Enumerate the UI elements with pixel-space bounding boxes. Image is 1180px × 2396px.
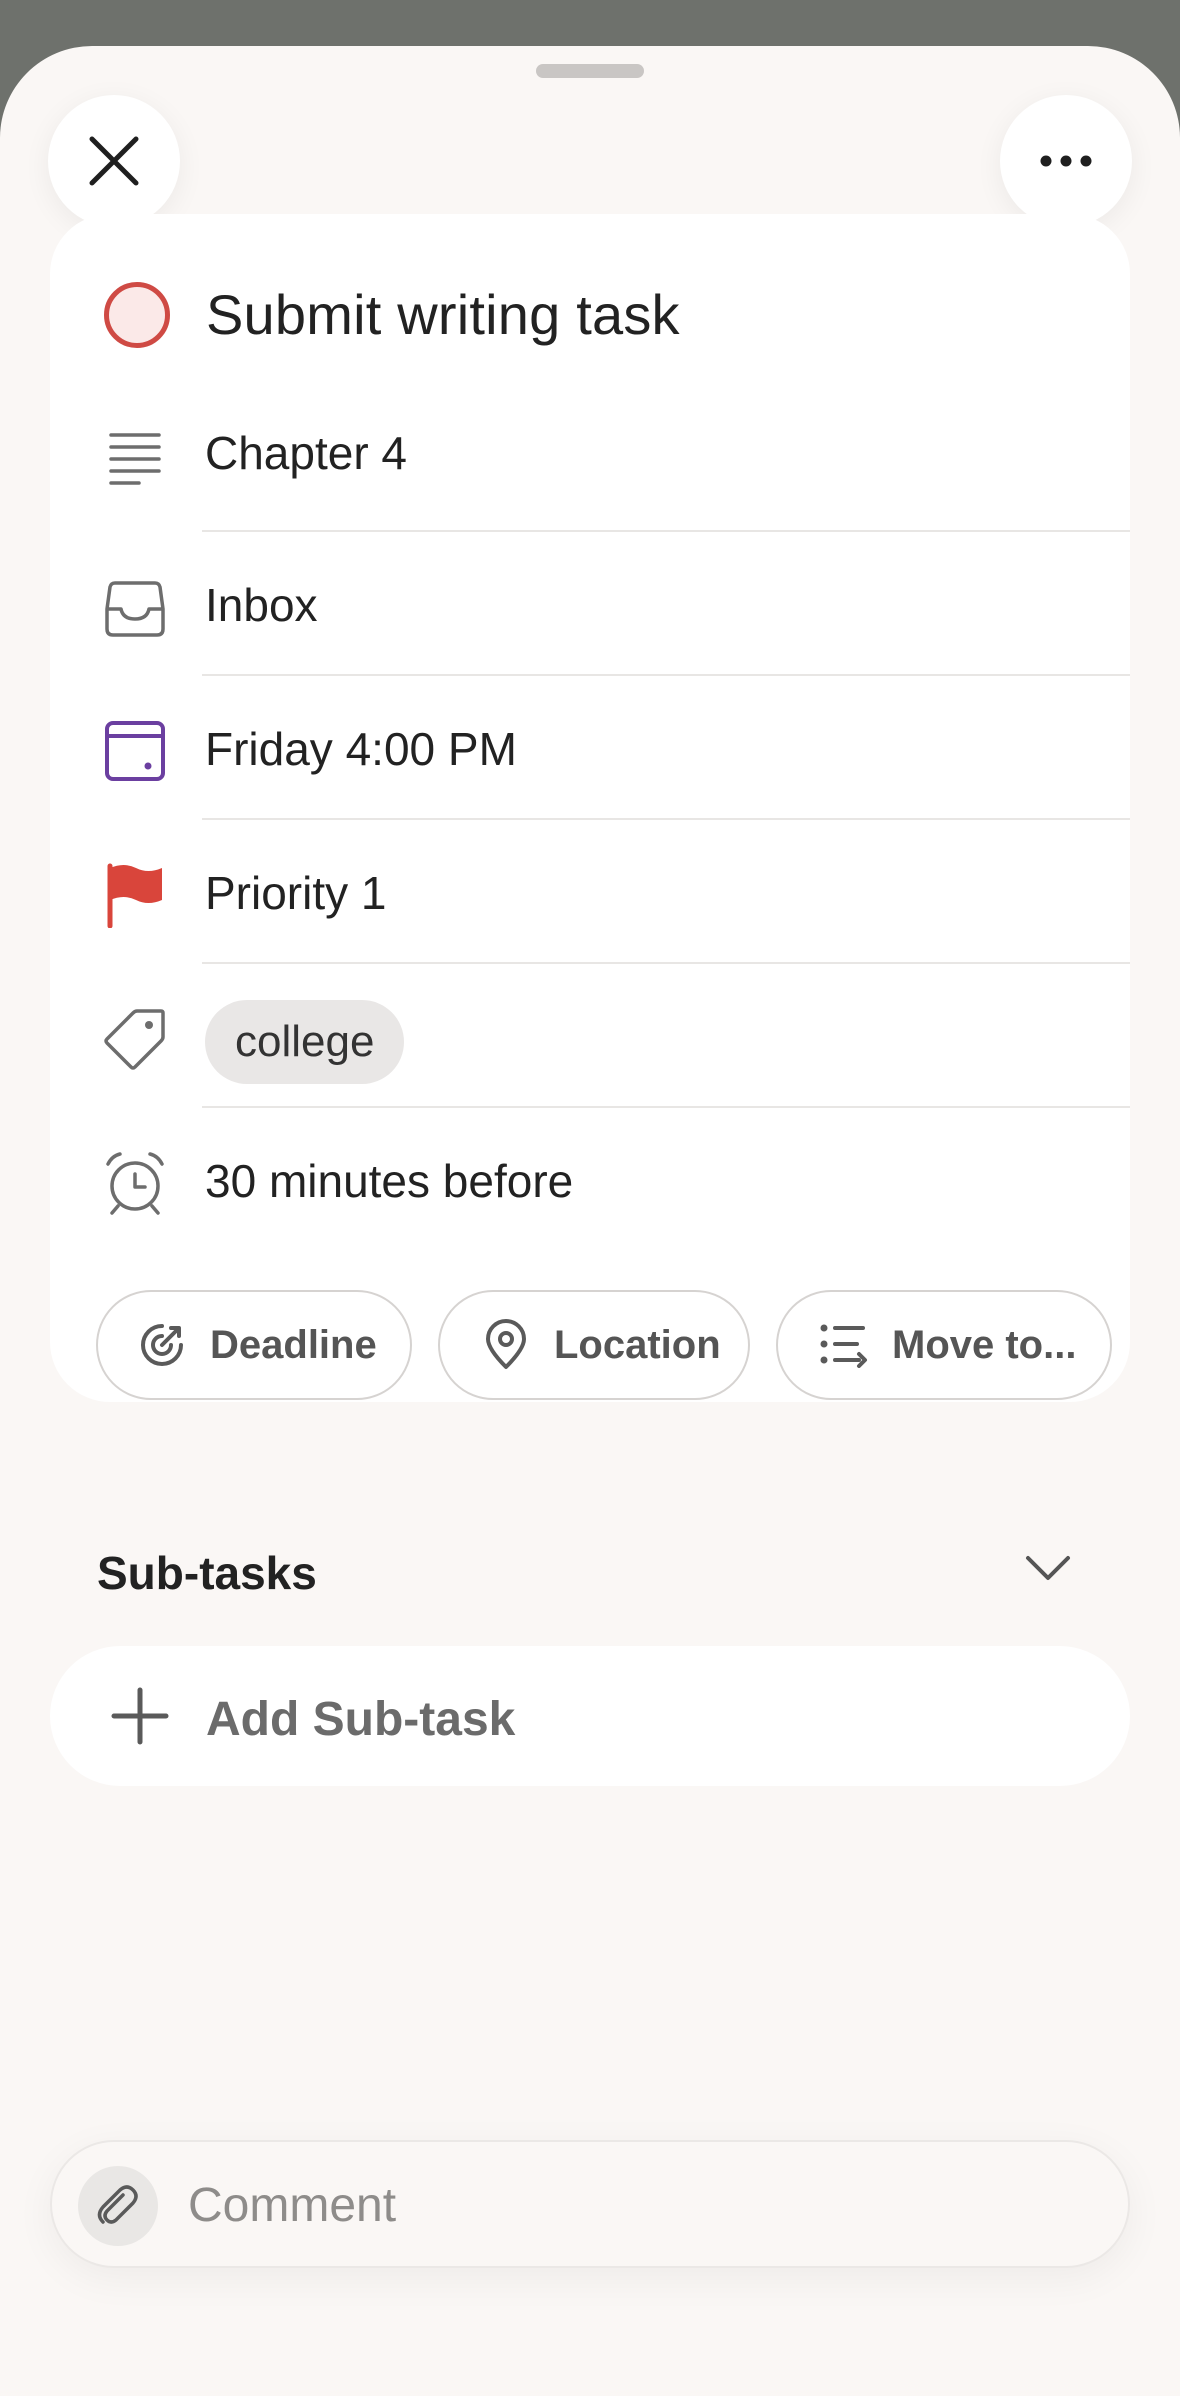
comment-input[interactable]: Comment — [50, 2140, 1130, 2268]
more-icon — [1040, 155, 1092, 167]
more-options-button[interactable] — [1000, 95, 1132, 227]
location-button[interactable]: Location — [438, 1290, 750, 1400]
attach-button[interactable] — [78, 2166, 158, 2246]
inbox-icon — [105, 581, 165, 637]
add-subtask-button[interactable]: Add Sub-task — [50, 1646, 1130, 1786]
tag-icon — [104, 1009, 165, 1070]
project-text: Inbox — [205, 579, 318, 631]
move-to-label: Move to... — [892, 1322, 1077, 1367]
move-to-button[interactable]: Move to... — [776, 1290, 1112, 1400]
paperclip-icon — [97, 2185, 138, 2224]
comment-placeholder: Comment — [188, 2179, 397, 2232]
reminder-row[interactable]: 30 minutes before — [50, 1108, 1130, 1252]
label-chip[interactable]: college — [205, 1000, 405, 1084]
due-date-row[interactable]: Friday 4:00 PM — [50, 676, 1130, 820]
subtasks-heading: Sub-tasks — [97, 1547, 317, 1599]
calendar-icon — [105, 721, 165, 781]
flag-icon — [107, 863, 162, 928]
move-list-icon — [820, 1324, 867, 1368]
add-subtask-label: Add Sub-task — [206, 1693, 516, 1746]
task-card: Submit writing task Chapter 4 Inbox Frid… — [50, 214, 1130, 1402]
description-row[interactable]: Chapter 4 — [50, 384, 1130, 532]
chevron-down-icon[interactable] — [1020, 1540, 1076, 1596]
labels-row[interactable]: college — [50, 964, 1130, 1108]
deadline-label: Deadline — [210, 1322, 377, 1367]
deadline-button[interactable]: Deadline — [96, 1290, 412, 1400]
task-title-row: Submit writing task — [50, 264, 1130, 364]
location-label: Location — [554, 1322, 721, 1367]
alarm-icon — [106, 1152, 164, 1215]
complete-checkbox[interactable] — [104, 282, 170, 348]
plus-icon — [111, 1687, 169, 1745]
location-pin-icon — [486, 1319, 526, 1369]
reminder-text: 30 minutes before — [205, 1155, 574, 1207]
close-icon — [89, 136, 139, 186]
project-row[interactable]: Inbox — [50, 532, 1130, 676]
description-icon — [109, 433, 161, 485]
task-title[interactable]: Submit writing task — [206, 282, 680, 347]
priority-row[interactable]: Priority 1 — [50, 820, 1130, 964]
description-text: Chapter 4 — [205, 427, 408, 479]
sheet-grabber[interactable] — [536, 64, 644, 78]
close-button[interactable] — [48, 95, 180, 227]
due-date-text: Friday 4:00 PM — [205, 723, 517, 775]
priority-text: Priority 1 — [205, 867, 387, 919]
deadline-icon — [141, 1324, 183, 1366]
